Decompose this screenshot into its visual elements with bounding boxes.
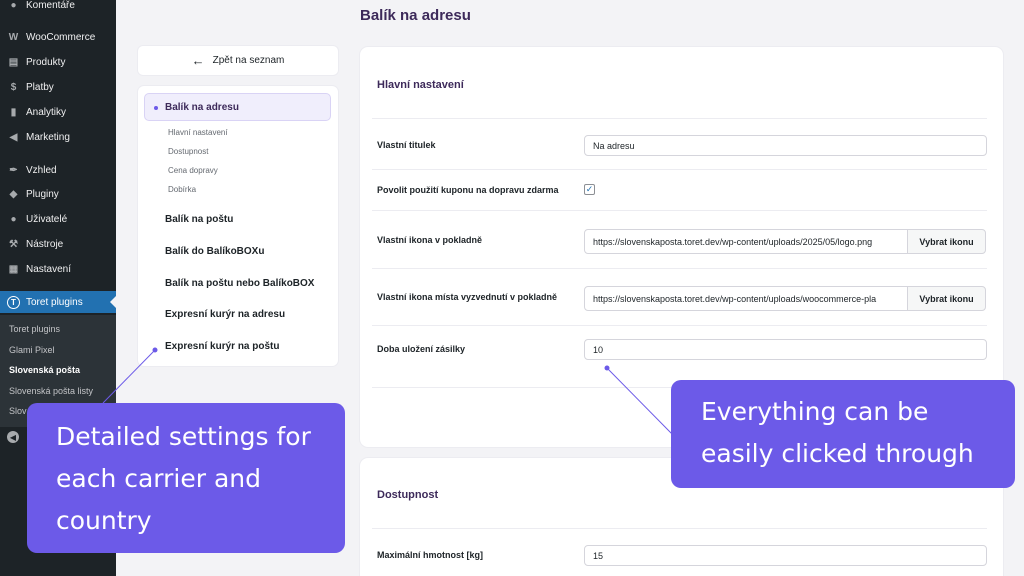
- toret-icon: T: [7, 295, 20, 309]
- wrench-icon: ⚒: [9, 238, 18, 250]
- divider: [372, 118, 987, 119]
- sidebar-item-produkty[interactable]: ▤ Produkty: [0, 51, 116, 73]
- sidebar-item-label: Platby: [26, 81, 54, 93]
- custom-title-label: Vlastní titulek: [377, 140, 436, 150]
- sidebar-item-label: Marketing: [26, 131, 70, 143]
- settings-icon: ▦: [8, 263, 19, 275]
- callout-detailed-settings: Detailed settings for each carrier and c…: [27, 403, 345, 553]
- back-label: Zpět na seznam: [212, 55, 285, 66]
- divider: [372, 210, 987, 211]
- nav-item-balik-na-postu[interactable]: Balík na poštu: [165, 214, 233, 225]
- nav-item-balik-na-adresu[interactable]: Balík na adresu: [144, 93, 331, 121]
- back-to-list-button[interactable]: ← Zpět na seznam: [138, 46, 338, 75]
- divider: [372, 528, 987, 529]
- collapse-menu-icon[interactable]: ◀: [7, 431, 19, 443]
- sidebar-item-nastroje[interactable]: ⚒ Nástroje: [0, 233, 116, 255]
- sidebar-item-analytiky[interactable]: ▮ Analytiky: [0, 101, 116, 123]
- sidebar-item-label: Produkty: [26, 56, 66, 68]
- divider: [372, 325, 987, 326]
- storage-time-label: Doba uložení zásilky: [377, 344, 466, 354]
- archive-icon: ▤: [8, 56, 19, 68]
- plugin-icon: ◆: [9, 188, 18, 200]
- callout-line: Everything can be: [701, 397, 929, 426]
- comment-icon: ●: [10, 0, 17, 11]
- payments-icon: $: [10, 81, 17, 93]
- nav-item-expres-posta[interactable]: Expresní kurýr na poštu: [165, 341, 279, 352]
- brush-icon: ✒: [9, 164, 18, 176]
- sidebar-item-nastaveni[interactable]: ▦ Nastavení: [0, 258, 116, 280]
- page-title: Balík na adresu: [360, 7, 471, 24]
- sidebar-item-label: Komentáře: [26, 0, 75, 11]
- pickup-icon-input[interactable]: https://slovenskaposta.toret.dev/wp-cont…: [584, 286, 908, 311]
- checkout-icon-label: Vlastní ikona v pokladně: [377, 235, 483, 245]
- max-weight-input[interactable]: 15: [584, 545, 987, 566]
- sidebar-item-label: Nastavení: [26, 263, 72, 275]
- submenu-toret-plugins[interactable]: Toret plugins: [9, 324, 60, 334]
- megaphone-icon: ◀: [9, 131, 18, 143]
- coupon-checkbox[interactable]: ✓: [584, 184, 595, 195]
- callout-line: Detailed settings for: [56, 422, 311, 451]
- submenu-glami-pixel[interactable]: Glami Pixel: [9, 345, 55, 355]
- pickup-icon-label: Vlastní ikona místa vyzvednutí v pokladn…: [377, 292, 558, 302]
- section-nav: Balík na adresu Hlavní nastavení Dostupn…: [138, 86, 338, 366]
- submenu-slovenska-posta[interactable]: Slovenská pošta: [9, 365, 80, 375]
- divider: [372, 169, 987, 170]
- divider: [372, 268, 987, 269]
- storage-time-input[interactable]: 10: [584, 339, 987, 360]
- select-icon-button[interactable]: Vybrat ikonu: [907, 229, 986, 254]
- sidebar-item-platby[interactable]: $ Platby: [0, 76, 116, 98]
- sidebar-item-uzivatele[interactable]: ● Uživatelé: [0, 208, 116, 230]
- sidebar-item-pluginy[interactable]: ◆ Pluginy: [0, 183, 116, 205]
- chart-icon: ▮: [10, 106, 17, 118]
- sidebar-item-label: Nástroje: [26, 238, 64, 250]
- checkmark-icon: ✓: [585, 184, 594, 194]
- sidebar-item-marketing[interactable]: ◀ Marketing: [0, 126, 116, 148]
- sidebar-item-label: Pluginy: [26, 188, 59, 200]
- nav-sub-hlavni-nastaveni[interactable]: Hlavní nastavení: [168, 128, 228, 137]
- select-pickup-icon-button[interactable]: Vybrat ikonu: [907, 286, 986, 311]
- callout-click-through: Everything can be easily clicked through: [671, 380, 1015, 488]
- sidebar-item-label: Toret plugins: [26, 296, 83, 308]
- sidebar-item-komentare[interactable]: ● Komentáře: [0, 0, 116, 16]
- sidebar-item-label: Analytiky: [26, 106, 67, 118]
- woo-icon: W: [8, 31, 19, 43]
- checkout-icon-input[interactable]: https://slovenskaposta.toret.dev/wp-cont…: [584, 229, 908, 254]
- max-weight-label: Maximální hmotnost [kg]: [377, 550, 484, 560]
- callout-line: country: [56, 506, 152, 535]
- submenu-slovenska-posta-listy[interactable]: Slovenská pošta listy: [9, 386, 93, 396]
- nav-item-expres-adresa[interactable]: Expresní kurýr na adresu: [165, 309, 285, 320]
- sidebar-item-label: WooCommerce: [26, 31, 96, 43]
- nav-sub-cena-dopravy[interactable]: Cena dopravy: [168, 166, 218, 175]
- callout-line: each carrier and: [56, 464, 262, 493]
- nav-sub-dobirka[interactable]: Dobírka: [168, 185, 196, 194]
- sidebar-item-woocommerce[interactable]: W WooCommerce: [0, 26, 116, 48]
- nav-item-label: Balík na adresu: [165, 101, 239, 113]
- coupon-label: Povolit použití kuponu na dopravu zdarma: [377, 185, 559, 195]
- active-dot-icon: [154, 106, 158, 110]
- custom-title-input[interactable]: Na adresu: [584, 135, 987, 156]
- sidebar-item-vzhled[interactable]: ✒ Vzhled: [0, 159, 116, 181]
- sidebar-item-label: Uživatelé: [26, 213, 68, 225]
- nav-sub-dostupnost[interactable]: Dostupnost: [168, 147, 208, 156]
- submenu-slov[interactable]: Slov: [9, 406, 27, 416]
- user-icon: ●: [10, 213, 17, 225]
- arrow-left-icon: ←: [191, 53, 205, 68]
- callout-line: easily clicked through: [701, 439, 974, 468]
- sidebar-item-label: Vzhled: [26, 164, 57, 176]
- nav-item-posta-nebo-balikobox[interactable]: Balík na poštu nebo BalíkoBOX: [165, 278, 314, 289]
- section-title: Hlavní nastavení: [377, 79, 464, 91]
- active-indicator-arrow: [110, 296, 116, 308]
- nav-item-balikobox[interactable]: Balík do BalíkoBOXu: [165, 246, 264, 257]
- sidebar-item-toret-plugins[interactable]: T Toret plugins: [0, 291, 116, 313]
- section-title: Dostupnost: [377, 489, 439, 501]
